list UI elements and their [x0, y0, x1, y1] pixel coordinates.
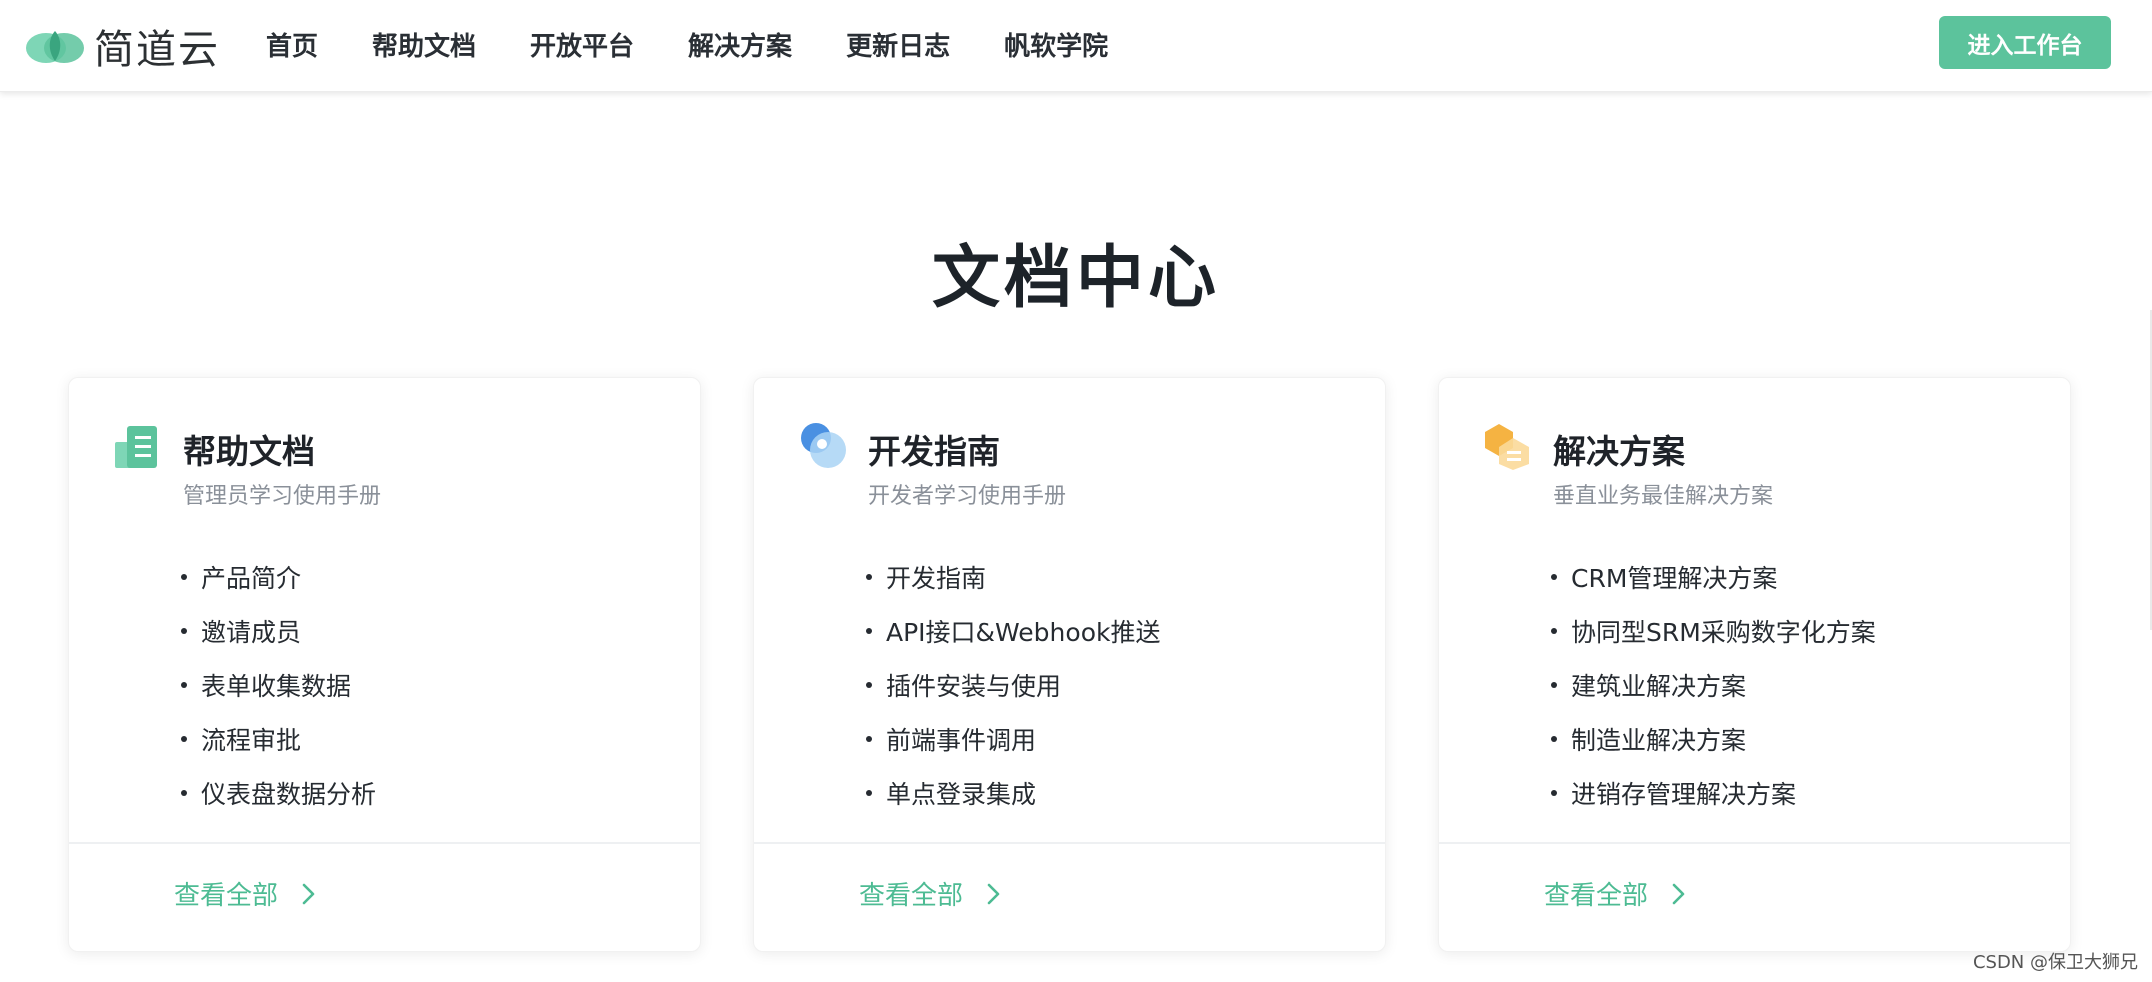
bullet-icon: [1551, 736, 1557, 742]
card-subtitle: 开发者学习使用手册: [868, 484, 1067, 509]
bullet-icon: [866, 736, 872, 742]
bullet-icon: [866, 574, 872, 580]
bullet-icon: [1551, 574, 1557, 580]
bullet-icon: [866, 790, 872, 796]
card-title: 解决方案: [1553, 432, 1685, 471]
link-label: CRM管理解决方案: [1571, 564, 1778, 593]
bullet-icon: [866, 628, 872, 634]
card-link-list: 开发指南 API接口&Webhook推送 插件安装与使用 前端事件调用 单点登录…: [866, 550, 1160, 820]
view-all-label: 查看全部: [174, 881, 279, 911]
bullet-icon: [181, 736, 187, 742]
link-label: 产品简介: [201, 564, 302, 593]
link-label: 进销存管理解决方案: [1571, 780, 1797, 809]
bullet-icon: [181, 790, 187, 796]
view-all-link[interactable]: 查看全部: [859, 875, 1005, 912]
document-icon: [115, 426, 157, 468]
list-item[interactable]: 前端事件调用: [866, 712, 1160, 766]
card-subtitle: 管理员学习使用手册: [183, 484, 382, 509]
divider: [69, 842, 700, 844]
link-label: 表单收集数据: [201, 672, 352, 701]
bullet-icon: [1551, 628, 1557, 634]
brand-logo[interactable]: 简道云: [24, 18, 220, 74]
view-all-link[interactable]: 查看全部: [1544, 875, 1690, 912]
enter-workspace-button[interactable]: 进入工作台: [1939, 16, 2111, 69]
bullet-icon: [181, 574, 187, 580]
link-label: 仪表盘数据分析: [201, 780, 377, 809]
chevron-right-icon: [987, 883, 1000, 904]
logo-leaf-icon: [26, 31, 84, 63]
view-all-label: 查看全部: [859, 881, 964, 911]
nav-item-solutions[interactable]: 解决方案: [688, 26, 792, 63]
chevron-right-icon: [302, 883, 315, 904]
list-item[interactable]: 制造业解决方案: [1551, 712, 1876, 766]
page-title: 文档中心: [931, 239, 1220, 318]
card-dev-guide: 开发指南 开发者学习使用手册 开发指南 API接口&Webhook推送 插件安装…: [753, 377, 1386, 952]
list-item[interactable]: 表单收集数据: [181, 658, 376, 712]
list-item[interactable]: CRM管理解决方案: [1551, 550, 1876, 604]
list-item[interactable]: 流程审批: [181, 712, 376, 766]
list-item[interactable]: 产品简介: [181, 550, 376, 604]
card-title: 帮助文档: [183, 432, 315, 471]
card-subtitle: 垂直业务最佳解决方案: [1553, 484, 1774, 509]
nav-item-academy[interactable]: 帆软学院: [1004, 26, 1108, 63]
nav-item-help-docs[interactable]: 帮助文档: [372, 26, 476, 63]
list-item[interactable]: 仪表盘数据分析: [181, 766, 376, 820]
list-item[interactable]: 协同型SRM采购数字化方案: [1551, 604, 1876, 658]
link-label: 制造业解决方案: [1571, 726, 1747, 755]
list-item[interactable]: 单点登录集成: [866, 766, 1160, 820]
bullet-icon: [866, 682, 872, 688]
card-link-list: 产品简介 邀请成员 表单收集数据 流程审批 仪表盘数据分析: [181, 550, 376, 820]
link-label: API接口&Webhook推送: [886, 618, 1161, 647]
list-item[interactable]: 邀请成员: [181, 604, 376, 658]
view-all-label: 查看全部: [1544, 881, 1649, 911]
link-label: 协同型SRM采购数字化方案: [1571, 618, 1876, 647]
bullet-icon: [181, 628, 187, 634]
main-nav: 首页 帮助文档 开放平台 解决方案 更新日志 帆软学院: [266, 0, 1162, 88]
brand-name: 简道云: [94, 27, 220, 73]
nav-item-changelog[interactable]: 更新日志: [846, 26, 950, 63]
developer-icon: [801, 423, 846, 468]
link-label: 流程审批: [201, 726, 302, 755]
chevron-right-icon: [1672, 883, 1685, 904]
card-link-list: CRM管理解决方案 协同型SRM采购数字化方案 建筑业解决方案 制造业解决方案 …: [1551, 550, 1876, 820]
watermark: CSDN @保卫大狮兄: [1972, 952, 2138, 973]
divider: [754, 842, 1385, 844]
nav-item-open-platform[interactable]: 开放平台: [530, 26, 634, 63]
top-navbar: 简道云 首页 帮助文档 开放平台 解决方案 更新日志 帆软学院 进入工作台: [0, 0, 2152, 92]
link-label: 开发指南: [886, 564, 987, 593]
card-help-docs: 帮助文档 管理员学习使用手册 产品简介 邀请成员 表单收集数据 流程审批 仪表盘…: [68, 377, 701, 952]
card-solutions: 解决方案 垂直业务最佳解决方案 CRM管理解决方案 协同型SRM采购数字化方案 …: [1438, 377, 2071, 952]
bullet-icon: [181, 682, 187, 688]
view-all-link[interactable]: 查看全部: [174, 875, 320, 912]
nav-item-home[interactable]: 首页: [266, 26, 318, 63]
bullet-icon: [1551, 682, 1557, 688]
list-item[interactable]: 建筑业解决方案: [1551, 658, 1876, 712]
bullet-icon: [1551, 790, 1557, 796]
list-item[interactable]: 开发指南: [866, 550, 1160, 604]
list-item[interactable]: 进销存管理解决方案: [1551, 766, 1876, 820]
link-label: 邀请成员: [201, 618, 302, 647]
card-title: 开发指南: [868, 432, 1000, 471]
link-label: 插件安装与使用: [886, 672, 1062, 701]
link-label: 前端事件调用: [886, 726, 1037, 755]
list-item[interactable]: 插件安装与使用: [866, 658, 1160, 712]
list-item[interactable]: API接口&Webhook推送: [866, 604, 1160, 658]
link-label: 建筑业解决方案: [1571, 672, 1747, 701]
divider: [1439, 842, 2070, 844]
link-label: 单点登录集成: [886, 780, 1037, 809]
solution-icon: [1485, 424, 1529, 470]
